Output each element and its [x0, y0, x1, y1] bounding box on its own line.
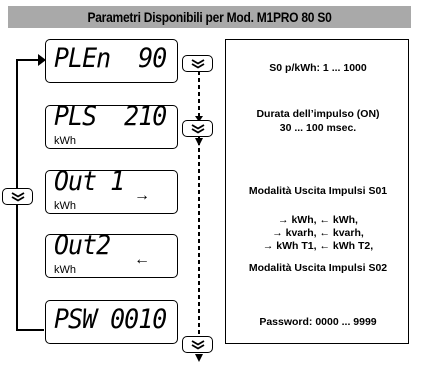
lcd-display-out2: Out2 kWh ← — [45, 230, 178, 278]
arrowhead-down — [195, 138, 203, 146]
modes-line-1: → kWh, ← kWh, — [278, 214, 358, 226]
lcd-display-psw: PSW 0010 — [45, 300, 178, 344]
double-chevron-down-icon — [191, 339, 204, 350]
pulse-duration-range: 30 ... 100 msec. — [279, 122, 357, 134]
direction-arrow: → — [134, 187, 150, 204]
display-value: PLEn 90 — [54, 43, 167, 74]
description-panel: S0 p/kWh: 1 ... 1000 Durata dell’impulso… — [225, 39, 409, 344]
password-text: Password: 0000 ... 9999 — [259, 316, 377, 328]
display-value: Out 1 — [54, 166, 125, 197]
lcd-display-pls: PLS 210 kWh — [45, 101, 178, 149]
arrowhead-down — [195, 354, 203, 362]
direction-arrow: ← — [134, 251, 150, 268]
output-s02-text: Modalità Uscita Impulsi S02 — [248, 262, 388, 274]
double-chevron-down-icon — [191, 123, 204, 134]
next-button-pls[interactable] — [182, 120, 213, 137]
double-chevron-down-icon — [191, 58, 204, 69]
loop-next-button[interactable] — [2, 188, 33, 205]
display-unit: kWh — [54, 200, 76, 212]
display-unit: kWh — [54, 264, 76, 276]
display-unit: kWh — [54, 135, 76, 147]
next-button-plen[interactable] — [182, 55, 213, 72]
lcd-display-plen: PLEn 90 — [45, 39, 178, 83]
display-value: PSW 0010 — [54, 304, 167, 335]
display-value: PLS 210 — [54, 101, 167, 132]
lcd-display-out1: Out 1 kWh → — [45, 166, 178, 214]
pulse-duration-text: Durata dell’impulso (ON) — [256, 108, 380, 120]
modes-line-3: → kWh T1, ← kWh T2, — [262, 240, 374, 252]
modes-line-2: → kvarh, ← kvarh, — [272, 227, 364, 239]
display-value: Out2 — [54, 230, 111, 261]
double-chevron-down-icon — [11, 191, 24, 202]
s0-rate-text: S0 p/kWh: 1 ... 1000 — [269, 62, 367, 74]
next-button-psw[interactable] — [182, 336, 213, 353]
output-s01-text: Modalità Uscita Impulsi S01 — [248, 185, 388, 197]
